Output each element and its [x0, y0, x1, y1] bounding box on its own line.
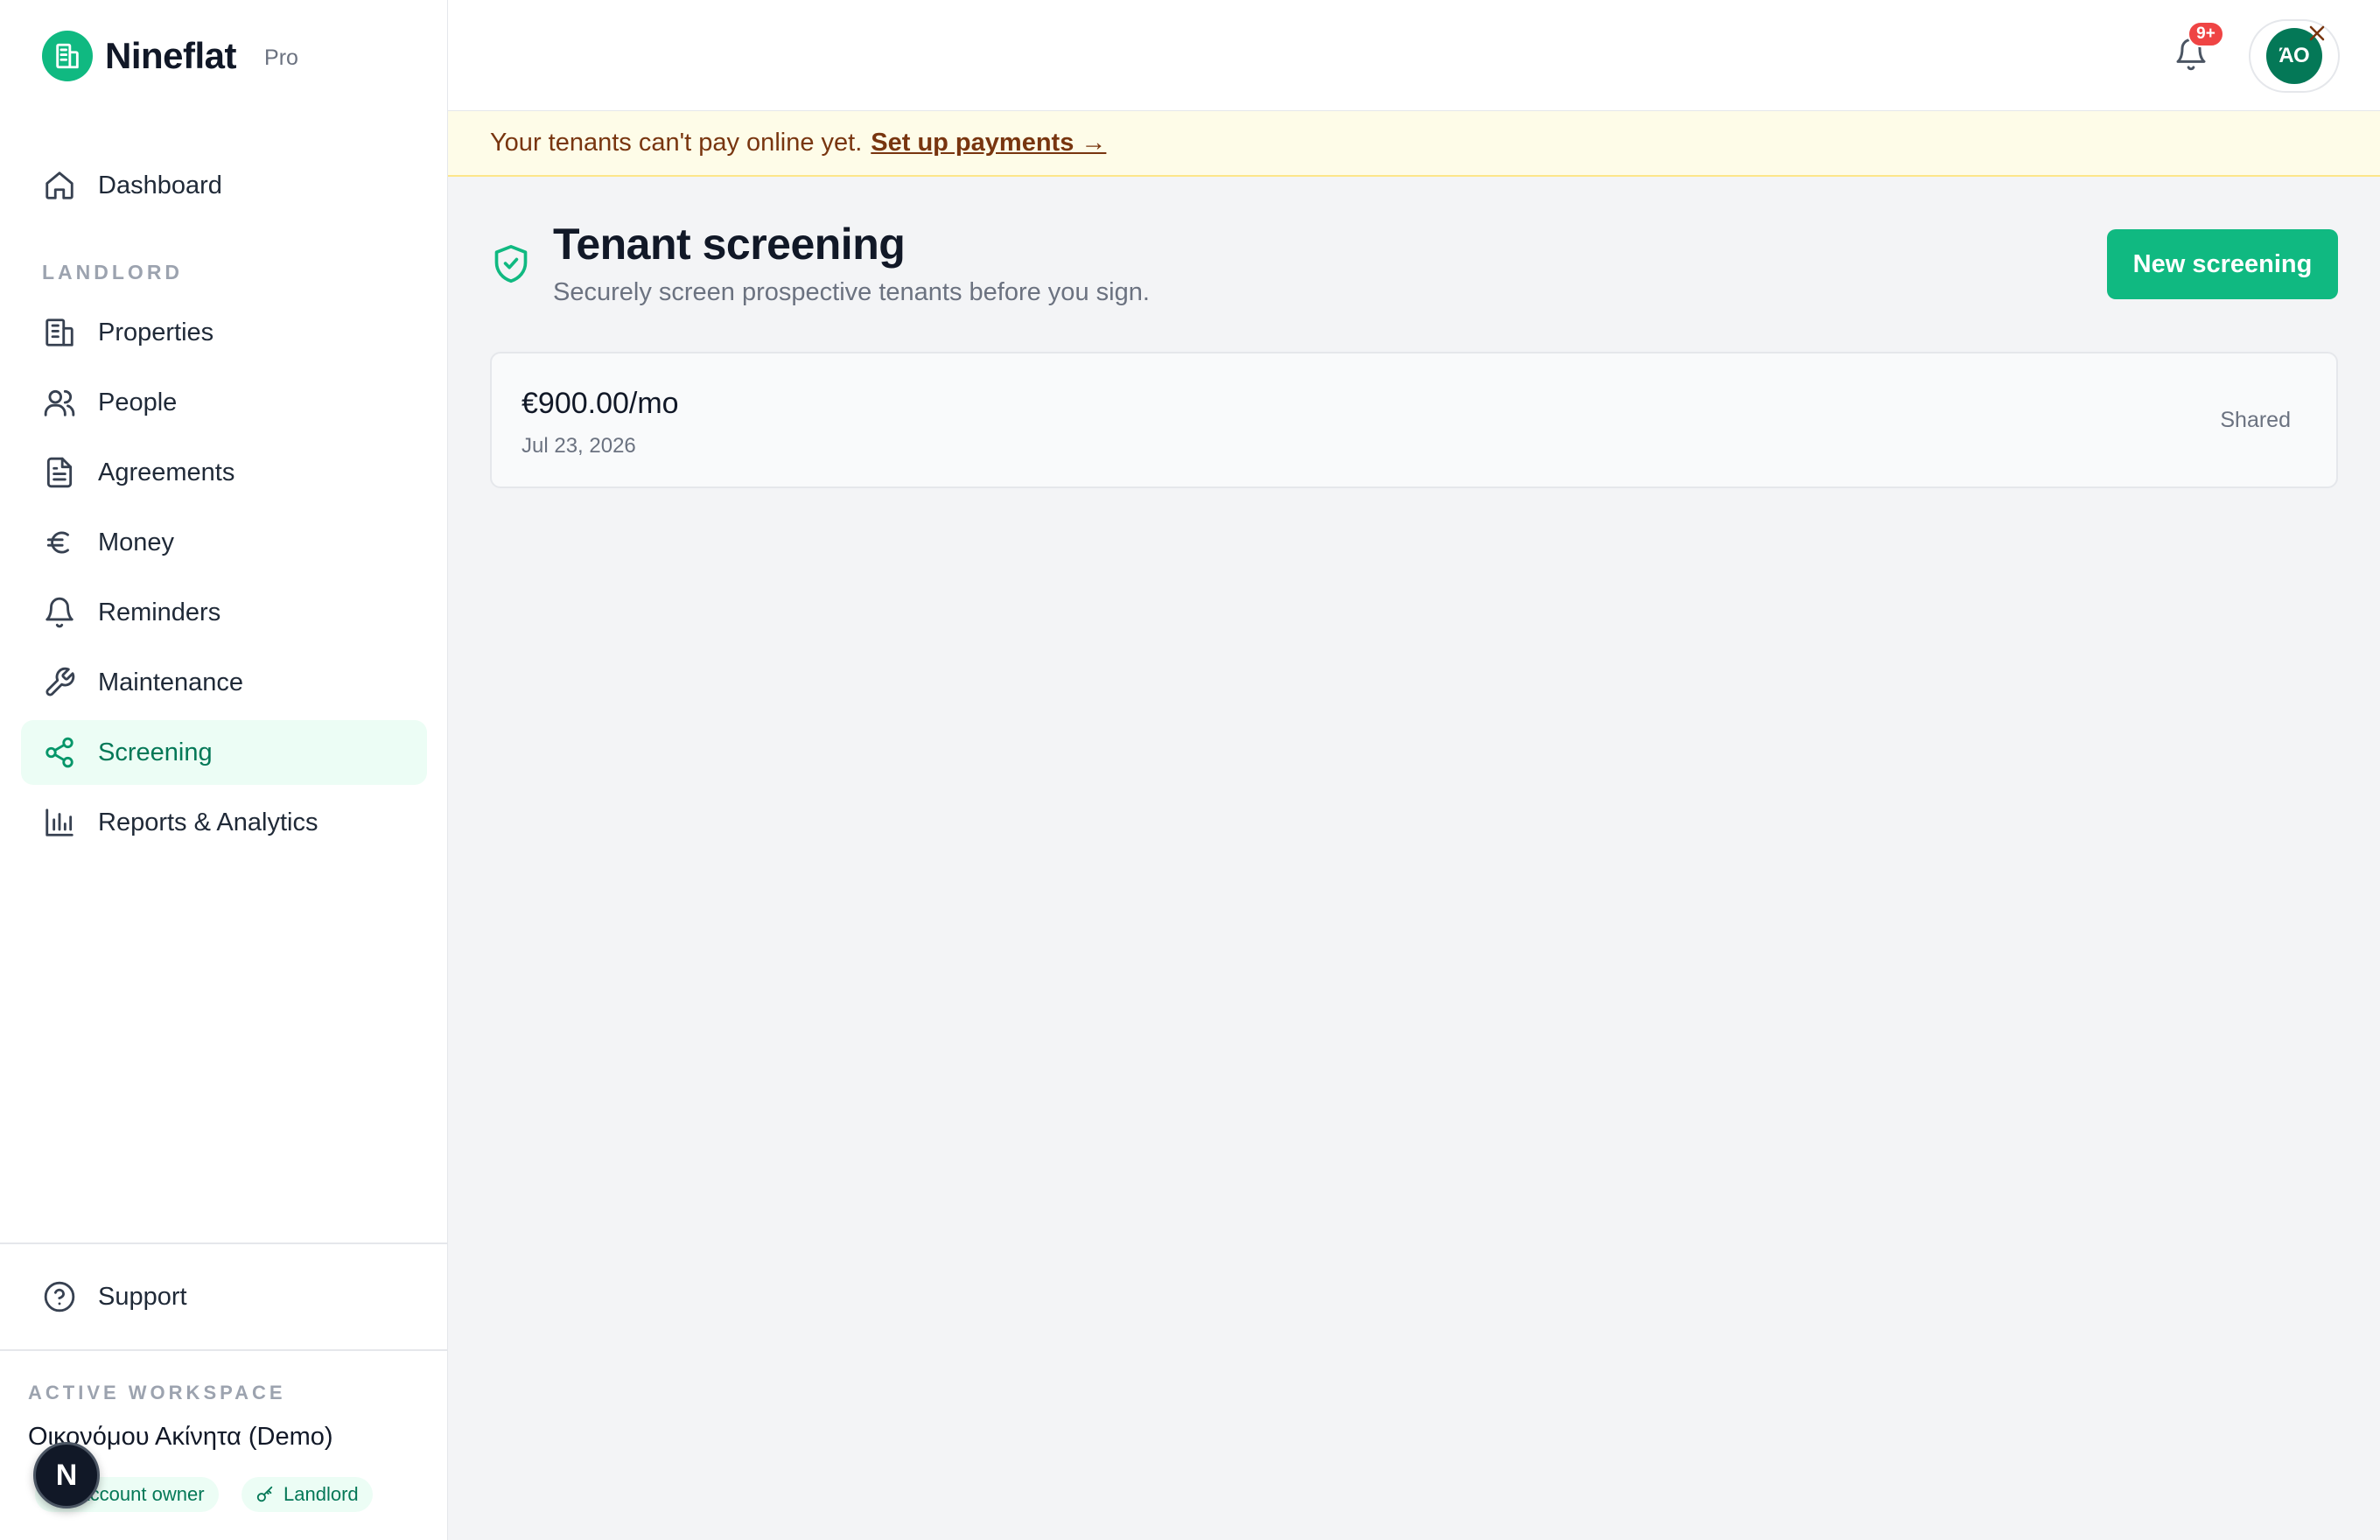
screening-status: Shared: [2220, 408, 2291, 432]
sidebar-item-reminders[interactable]: Reminders: [21, 580, 427, 645]
payments-banner: Your tenants can't pay online yet. Set u…: [448, 111, 2380, 177]
topbar: [448, 0, 2380, 111]
page-title: Tenant screening: [553, 220, 906, 269]
sidebar-item-properties[interactable]: Properties: [21, 300, 427, 365]
plan-tier: Pro: [264, 45, 298, 70]
home-icon: [42, 168, 77, 203]
sidebar-item-label: Maintenance: [98, 668, 244, 696]
sidebar-item-label: Properties: [98, 318, 214, 346]
document-icon: [42, 455, 77, 490]
setup-payments-link[interactable]: Set up payments →: [871, 129, 1106, 158]
brand-name: Nineflat: [105, 35, 237, 76]
sidebar-item-label: Dashboard: [98, 171, 222, 200]
sidebar-divider: [0, 1242, 448, 1244]
sidebar-item-label: Reports & Analytics: [98, 808, 318, 836]
sidebar: Nineflat Pro Dashboard LANDLORD Properti…: [0, 0, 448, 1540]
screening-rent-amount: €900.00/mo: [522, 387, 679, 420]
sidebar-item-label: Money: [98, 528, 175, 556]
help-circle-icon: [42, 1279, 77, 1314]
wrench-icon: [42, 665, 77, 700]
screening-card[interactable]: €900.00/mo Jul 23, 2026 Shared: [490, 352, 2338, 488]
sidebar-item-label: Reminders: [98, 598, 221, 626]
page-subtitle: Securely screen prospective tenants befo…: [553, 278, 1150, 306]
close-icon[interactable]: [2301, 18, 2333, 49]
sidebar-item-label: Agreements: [98, 458, 235, 486]
new-screening-button[interactable]: New screening: [2107, 229, 2338, 299]
sidebar-item-money[interactable]: Money: [21, 510, 427, 575]
sidebar-item-agreements[interactable]: Agreements: [21, 440, 427, 505]
sidebar-divider: [0, 1349, 448, 1351]
devtools-badge[interactable]: N: [33, 1442, 100, 1508]
sidebar-item-label: People: [98, 388, 178, 416]
sidebar-item-support[interactable]: Support: [21, 1264, 427, 1329]
sidebar-item-people[interactable]: People: [21, 370, 427, 435]
brand[interactable]: Nineflat Pro: [42, 30, 298, 82]
sidebar-item-maintenance[interactable]: Maintenance: [21, 650, 427, 715]
sidebar-item-label: Support: [98, 1282, 187, 1311]
sidebar-item-dashboard[interactable]: Dashboard: [21, 153, 427, 218]
users-icon: [42, 385, 77, 420]
brand-logo-icon: [42, 31, 93, 81]
sidebar-item-screening[interactable]: Screening: [21, 720, 427, 785]
euro-icon: [42, 525, 77, 560]
sidebar-item-reports-analytics[interactable]: Reports & Analytics: [21, 790, 427, 855]
key-icon: [256, 1486, 273, 1502]
screening-date: Jul 23, 2026: [522, 434, 636, 458]
building-icon: [42, 315, 77, 350]
section-label-landlord: LANDLORD: [42, 261, 184, 284]
sidebar-item-label: Screening: [98, 738, 213, 766]
role-chip-landlord: Landlord: [242, 1477, 373, 1512]
share-nodes-icon: [42, 735, 77, 770]
role-chip-label: Landlord: [284, 1483, 359, 1505]
bar-chart-icon: [42, 805, 77, 840]
banner-text: Your tenants can't pay online yet.: [490, 129, 863, 157]
notification-count-badge: 9+: [2188, 21, 2224, 47]
bell-icon: [42, 595, 77, 630]
workspace-label: ACTIVE WORKSPACE: [28, 1382, 286, 1404]
shield-check-icon: [492, 242, 530, 287]
